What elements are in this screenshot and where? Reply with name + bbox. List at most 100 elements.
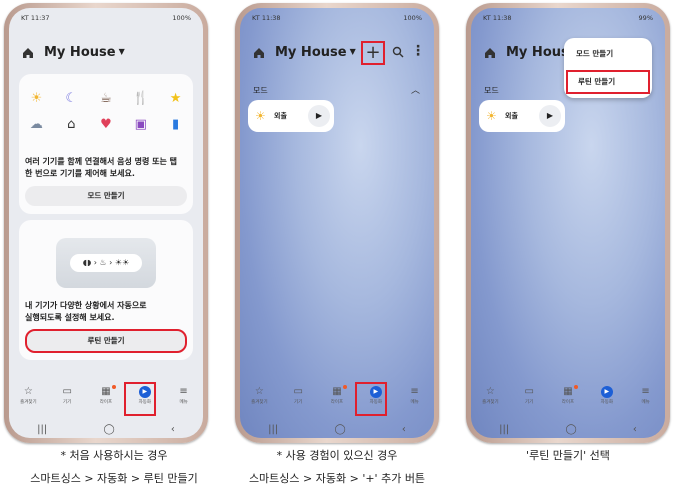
- home-nav-icon[interactable]: ◯: [565, 424, 576, 436]
- play-icon[interactable]: ▶: [539, 105, 561, 127]
- recents-icon[interactable]: |||: [268, 424, 278, 436]
- chevron-up-icon[interactable]: ︿: [411, 83, 420, 96]
- phone-screen-3: KT 11:38 99% My House▼ 모드 ☀ 외출 ▶ 모드 만들기 …: [471, 8, 665, 438]
- cloud-rain-icon: ☁: [29, 117, 43, 132]
- menu-item-create-routine[interactable]: 루틴 만들기: [566, 70, 650, 94]
- status-bar: KT 11:38 100%: [252, 14, 422, 22]
- top-bar: My House▼: [9, 40, 203, 66]
- system-nav: ||| ◯ ‹: [240, 424, 434, 436]
- nav-automation[interactable]: ▶ 자동화: [593, 386, 621, 405]
- nav-menu[interactable]: ≡ 메뉴: [401, 386, 429, 405]
- recents-icon[interactable]: |||: [37, 424, 47, 436]
- star-outline-icon: ☆: [485, 386, 495, 397]
- system-nav: ||| ◯ ‹: [471, 424, 665, 436]
- phone-frame-3: KT 11:38 99% My House▼ 모드 ☀ 외출 ▶ 모드 만들기 …: [466, 3, 670, 443]
- caption-2-line2: 스마트싱스 > 자동화 > '+' 추가 버튼: [248, 472, 426, 485]
- top-bar: My House ▼ + ⋮: [240, 40, 434, 66]
- status-bar: KT 11:38 99%: [483, 14, 653, 22]
- home-nav-icon[interactable]: ◯: [334, 424, 345, 436]
- mode-section-label: 모드: [484, 86, 499, 95]
- menu-icon: ≡: [179, 386, 188, 397]
- search-icon[interactable]: [392, 46, 404, 58]
- routine-intro-text: 내 기기가 다양한 상황에서 자동으로 실행되도록 설정해 보세요.: [25, 301, 147, 322]
- nav-life[interactable]: ▦ 라이프: [554, 385, 582, 405]
- heart-icon: ♥: [100, 117, 112, 132]
- add-button[interactable]: +: [361, 41, 385, 65]
- bottom-nav: ☆ 즐겨찾기 ▭ 기기 ▦ 라이프 ▶ 자동화 ≡ 메뉴: [9, 385, 203, 420]
- mode-intro-text: 여러 기기를 함께 연결해서 음성 명령 또는 탭 한 번으로 기기를 제어해 …: [25, 157, 177, 178]
- home-icon[interactable]: [252, 46, 266, 60]
- devices-icon: ▭: [293, 386, 303, 397]
- sun-icon: ☀: [486, 109, 497, 123]
- mode-card-away[interactable]: ☀ 외출 ▶: [479, 100, 565, 132]
- create-mode-button[interactable]: 모드 만들기: [25, 186, 187, 206]
- home-icon[interactable]: [21, 46, 35, 60]
- back-icon[interactable]: ‹: [402, 424, 406, 436]
- nav-menu[interactable]: ≡ 메뉴: [170, 386, 198, 405]
- movie-icon: ▣: [134, 117, 147, 132]
- back-icon[interactable]: ‹: [171, 424, 175, 436]
- star-outline-icon: ☆: [254, 386, 264, 397]
- notification-dot: [573, 385, 578, 389]
- more-options-icon[interactable]: ⋮: [411, 44, 425, 58]
- nav-devices[interactable]: ▭ 기기: [53, 386, 81, 405]
- location-selector[interactable]: My House▼: [275, 45, 356, 60]
- luggage-icon: ▮: [172, 117, 180, 132]
- home-nav-icon[interactable]: ◯: [103, 424, 114, 436]
- bottom-nav: ☆ 즐겨찾기 ▭ 기기 ▦ 라이프 ▶ 자동화 ≡ 메뉴: [240, 385, 434, 420]
- automation-highlight-box: [355, 382, 387, 416]
- moon-icon: ☾: [65, 91, 78, 106]
- create-routine-button[interactable]: 루틴 만들기: [25, 329, 187, 353]
- menu-item-create-mode[interactable]: 모드 만들기: [564, 42, 652, 66]
- nav-favorites[interactable]: ☆ 즐겨찾기: [14, 386, 42, 405]
- bottom-nav: ☆ 즐겨찾기 ▭ 기기 ▦ 라이프 ▶ 자동화 ≡ 메뉴: [471, 385, 665, 420]
- status-bar: KT 11:37 100%: [21, 14, 191, 22]
- nav-devices[interactable]: ▭ 기기: [284, 386, 312, 405]
- phone-screen-1: KT 11:37 100% My House ▼ ☀ ☾ ☕ 🍴 ★ ☁ ⌂ ♥ …: [9, 8, 203, 438]
- nav-favorites[interactable]: ☆ 즐겨찾기: [476, 386, 504, 405]
- caption-3-line1: '루틴 만들기' 선택: [526, 449, 610, 462]
- routine-illustration: ◖◗ › ♨ › ☀☀: [56, 238, 156, 288]
- nav-menu[interactable]: ≡ 메뉴: [632, 386, 660, 405]
- location-selector[interactable]: My House▼: [44, 45, 125, 60]
- sun-icon: ☀: [255, 109, 266, 123]
- nav-favorites[interactable]: ☆ 즐겨찾기: [245, 386, 273, 405]
- mode-intro-card: ☀ ☾ ☕ 🍴 ★ ☁ ⌂ ♥ ▣ ▮ 여러 기기를 함께 연결해서 음성 명령…: [19, 74, 193, 214]
- system-nav: ||| ◯ ‹: [9, 424, 203, 436]
- dining-icon: 🍴: [132, 91, 149, 106]
- coffee-icon: ☕: [100, 91, 112, 106]
- caption-1-line1: * 처음 사용하시는 경우: [60, 449, 168, 462]
- devices-icon: ▭: [524, 386, 534, 397]
- mode-card-away[interactable]: ☀ 외출 ▶: [248, 100, 334, 132]
- caption-2-line1: * 사용 경험이 있으신 경우: [276, 449, 398, 462]
- menu-icon: ≡: [410, 386, 419, 397]
- nav-devices[interactable]: ▭ 기기: [515, 386, 543, 405]
- devices-icon: ▭: [62, 386, 72, 397]
- automation-highlight-box: [124, 382, 156, 416]
- routine-intro-card: ◖◗ › ♨ › ☀☀ 내 기기가 다양한 상황에서 자동으로 실행되도록 설정…: [19, 220, 193, 360]
- phone-frame-1: KT 11:37 100% My House ▼ ☀ ☾ ☕ 🍴 ★ ☁ ⌂ ♥ …: [4, 3, 208, 443]
- play-circle-icon: ▶: [600, 386, 613, 398]
- sun-icon: ☀: [30, 91, 43, 106]
- phone-frame-2: KT 11:38 100% My House ▼ + ⋮ 모드 ︿ ☀ 외출 ▶ …: [235, 3, 439, 443]
- notification-dot: [111, 385, 116, 389]
- star-icon: ★: [169, 91, 182, 106]
- house-icon: ⌂: [67, 117, 76, 132]
- add-dropdown-menu: 모드 만들기 루틴 만들기: [564, 38, 652, 98]
- mode-section-label: 모드: [253, 86, 268, 95]
- chevron-down-icon: ▼: [118, 47, 125, 56]
- phone-screen-2: KT 11:38 100% My House ▼ + ⋮ 모드 ︿ ☀ 외출 ▶ …: [240, 8, 434, 438]
- routine-flow-icon: ◖◗ › ♨ › ☀☀: [70, 254, 142, 272]
- nav-life[interactable]: ▦ 라이프: [92, 385, 120, 405]
- star-outline-icon: ☆: [23, 386, 33, 397]
- back-icon[interactable]: ‹: [633, 424, 637, 436]
- recents-icon[interactable]: |||: [499, 424, 509, 436]
- play-icon[interactable]: ▶: [308, 105, 330, 127]
- notification-dot: [342, 385, 347, 389]
- chevron-down-icon: ▼: [349, 47, 356, 56]
- menu-icon: ≡: [641, 386, 650, 397]
- nav-life[interactable]: ▦ 라이프: [323, 385, 351, 405]
- home-icon[interactable]: [483, 46, 497, 60]
- mode-icons-grid: ☀ ☾ ☕ 🍴 ★ ☁ ⌂ ♥ ▣ ▮: [19, 92, 193, 132]
- caption-1-line2: 스마트싱스 > 자동화 > 루틴 만들기: [30, 472, 198, 485]
